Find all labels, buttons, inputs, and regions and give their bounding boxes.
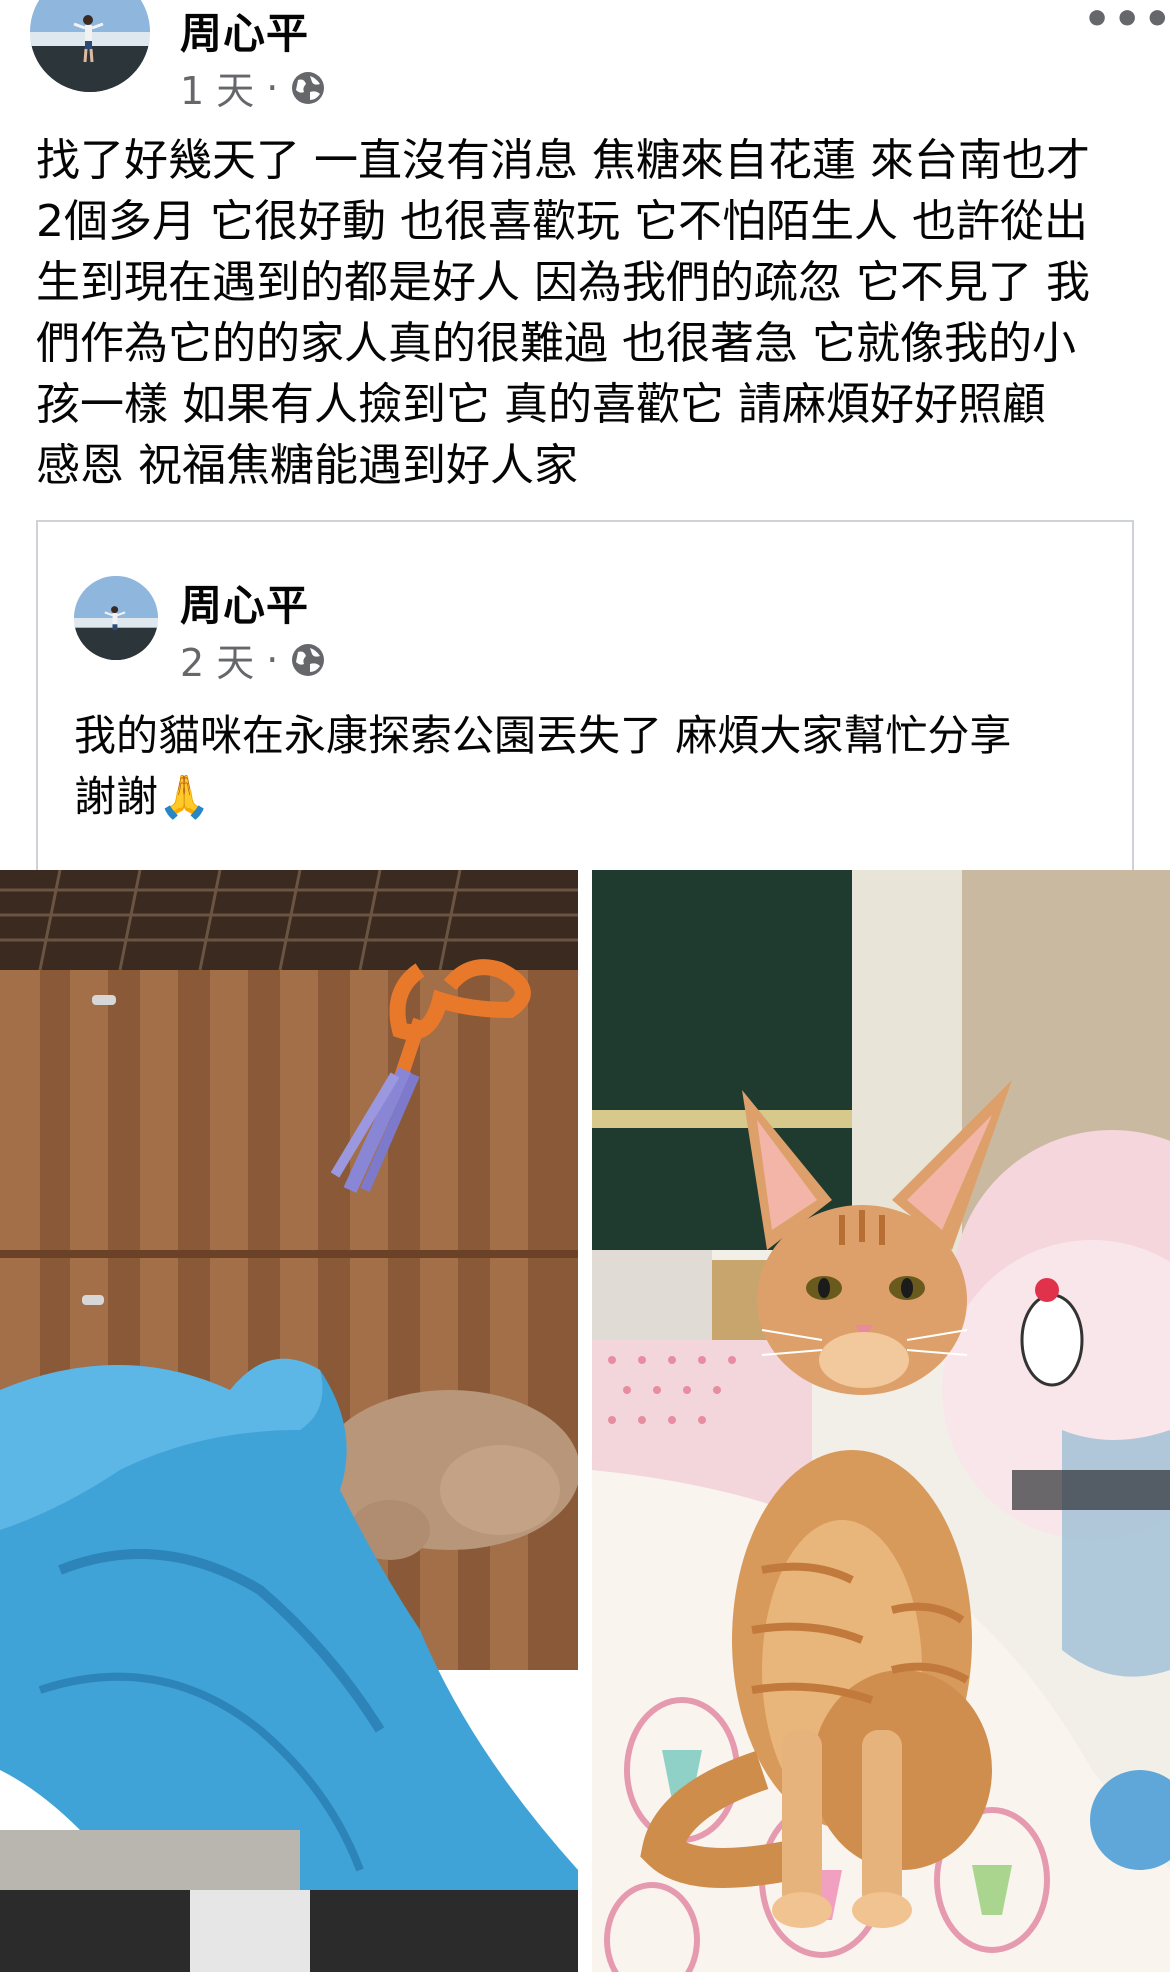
meta-separator: · [266,637,279,682]
photo-cat-sitting[interactable] [592,870,1170,1972]
post-timestamp[interactable]: 1 天 [180,60,254,115]
shared-text-line: 謝謝🙏 [74,772,211,821]
meta-separator: · [266,65,279,110]
globe-icon [292,71,325,104]
shared-author-avatar[interactable] [74,576,158,660]
more-options-icon[interactable]: ••• [1083,0,1170,45]
post-text-line: 2個多月 它很好動 也很喜歡玩 它不怕陌生人 也許從出 [36,196,1088,247]
shared-post-body: 我的貓咪在永康探索公園丟失了 麻煩大家幫忙分享 謝謝🙏 [74,705,1114,827]
photo-cat-sleeping[interactable] [0,870,578,1972]
shared-text-line: 我的貓咪在永康探索公園丟失了 麻煩大家幫忙分享 [74,711,1012,760]
post-text-line: 生到現在遇到的都是好人 因為我們的疏忽 它不見了 我 [36,257,1090,308]
author-avatar[interactable] [30,0,150,92]
post-text-line: 找了好幾天了 一直沒有消息 焦糖來自花蓮 來台南也才 [36,135,1090,186]
post-text-line: 孩一樣 如果有人撿到它 真的喜歡它 請麻煩好好照顧 [36,379,1046,430]
shared-post-timestamp[interactable]: 2 天 [180,632,254,687]
shared-post-meta: 2 天 · [180,632,326,687]
post-text-line: 感恩 祝福焦糖能遇到好人家 [36,440,578,491]
shared-author-name[interactable]: 周心平 [180,572,309,633]
post-text-line: 們作為它的的家人真的很難過 也很著急 它就像我的小 [36,318,1076,369]
post-body: 找了好幾天了 一直沒有消息 焦糖來自花蓮 來台南也才 2個多月 它很好動 也很喜… [36,130,1146,496]
post-meta: 1 天 · [180,60,326,115]
globe-icon [292,643,325,676]
author-name[interactable]: 周心平 [180,0,309,61]
